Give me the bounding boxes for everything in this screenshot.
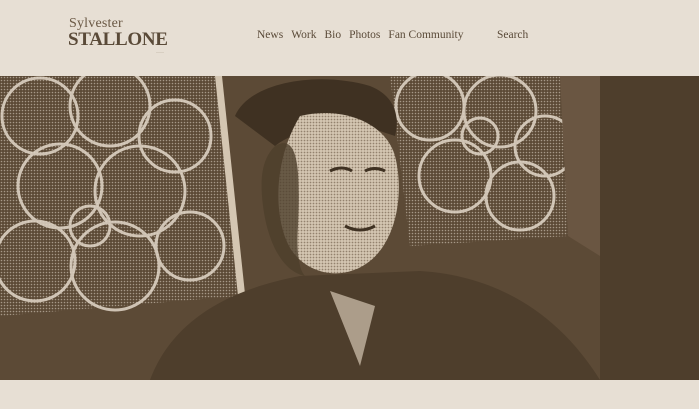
right-dark-area bbox=[600, 76, 699, 380]
nav-item-bio[interactable]: Bio bbox=[324, 29, 341, 41]
search-link[interactable]: Search bbox=[497, 27, 528, 43]
main-nav: News Work Bio Photos Fan Community bbox=[257, 27, 472, 43]
page: Sylvester STALLONE ........ News Work Bi… bbox=[0, 0, 699, 409]
hero-image bbox=[0, 76, 699, 380]
right-ornament-panel bbox=[390, 76, 600, 256]
site-header: Sylvester STALLONE ........ News Work Bi… bbox=[0, 0, 699, 76]
nav-item-fan-community[interactable]: Fan Community bbox=[388, 29, 463, 41]
nav-item-work[interactable]: Work bbox=[291, 29, 316, 41]
nav-item-news[interactable]: News bbox=[257, 29, 283, 41]
left-ornament-panel bbox=[0, 76, 245, 316]
nav-item-photos[interactable]: Photos bbox=[349, 29, 380, 41]
logo-last-name: STALLONE bbox=[68, 29, 168, 50]
site-logo[interactable]: Sylvester STALLONE ........ bbox=[68, 17, 178, 57]
portrait-photo bbox=[0, 76, 699, 380]
logo-tagline: ........ bbox=[156, 49, 164, 54]
